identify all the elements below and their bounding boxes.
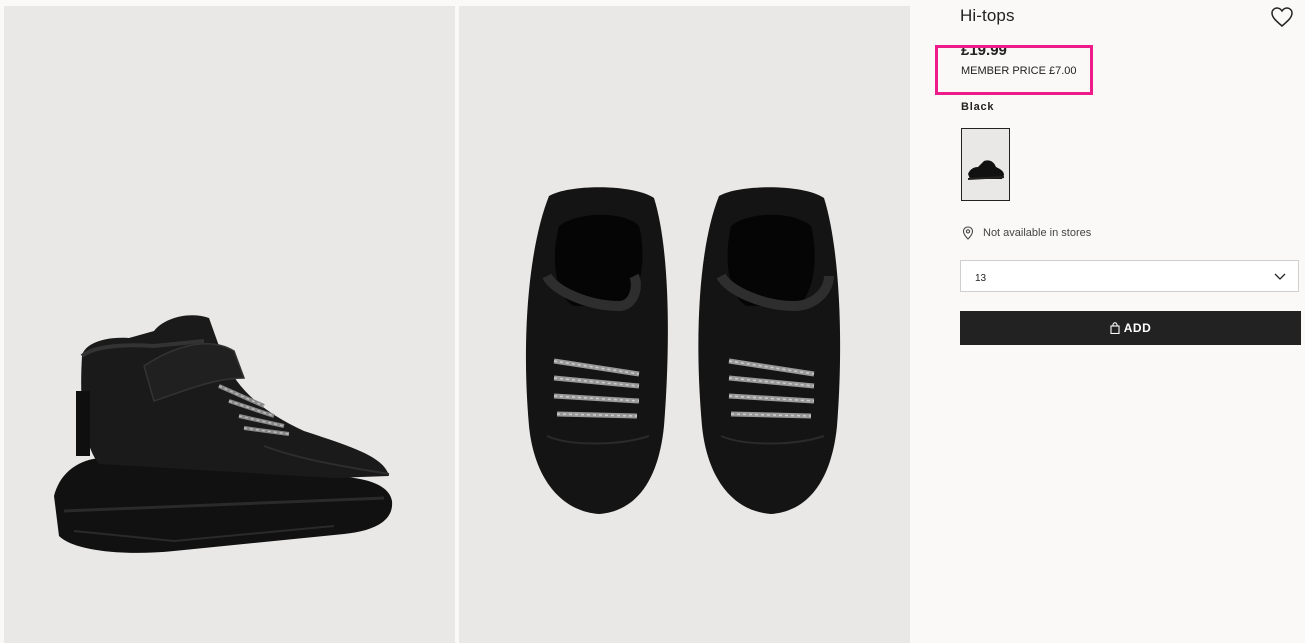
product-image-side[interactable] [4,6,455,643]
heart-icon [1271,7,1293,27]
add-to-bag-button[interactable]: ADD [960,311,1301,345]
color-swatch-black[interactable] [961,128,1010,201]
favorite-button[interactable] [1270,6,1294,28]
size-selected-value: 13 [975,273,987,284]
location-pin-icon [962,226,974,240]
product-title: Hi-tops [960,6,1015,25]
price-highlight-box [935,45,1093,95]
availability-text: Not available in stores [983,227,1092,239]
product-page: Hi-tops £19.99 MEMBER PRICE £7.00 Black … [0,0,1305,643]
add-button-label: ADD [1123,321,1152,335]
shopping-bag-icon [1110,322,1120,334]
shoes-top-illustration [525,187,841,514]
shoe-side-illustration [54,315,393,553]
store-availability: Not available in stores [961,226,1091,240]
color-label: Black [961,101,995,113]
chevron-down-icon [1274,273,1286,280]
size-select[interactable]: 13 [960,260,1299,292]
swatch-thumbnail [967,160,1005,180]
product-image-top[interactable] [459,6,910,643]
